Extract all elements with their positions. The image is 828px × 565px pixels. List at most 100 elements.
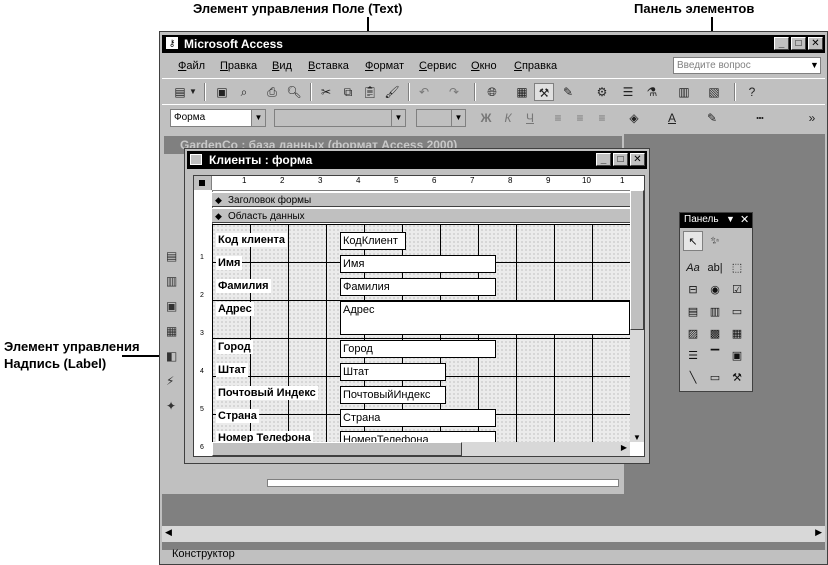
minimize-button[interactable]: _ [774, 37, 789, 50]
label-city[interactable]: Город [216, 340, 253, 354]
textbox-tool-icon[interactable]: ab| [705, 258, 725, 278]
scroll-right-icon[interactable]: ▶ [621, 443, 627, 452]
menu-help[interactable]: Справка [514, 60, 557, 72]
textbox-last-name[interactable]: Фамилия [340, 278, 496, 296]
view-dropdown-icon[interactable]: ▼ [188, 83, 198, 101]
tables-icon[interactable]: ▤ [166, 244, 177, 269]
toolbox-menu-icon[interactable]: ▼ [726, 214, 735, 224]
textbox-state[interactable]: Штат [340, 363, 446, 381]
redo-icon[interactable]: ↷ [444, 83, 464, 101]
toolbox-toggle-icon[interactable]: ⚒ [534, 83, 554, 101]
form-selector[interactable] [194, 176, 212, 190]
maximize-button[interactable]: □ [791, 37, 806, 50]
help-icon[interactable]: ? [742, 83, 762, 101]
modules-icon[interactable]: ✦ [166, 394, 177, 419]
label-last-name[interactable]: Фамилия [216, 279, 271, 293]
scroll-thumb[interactable] [630, 190, 644, 330]
form-close-button[interactable]: ✕ [630, 153, 645, 166]
image-icon[interactable]: ▨ [683, 324, 703, 344]
label-tool-icon[interactable]: Aa [683, 258, 703, 278]
menu-tools[interactable]: Сервис [419, 60, 457, 72]
textbox-address[interactable]: Адрес [340, 301, 630, 335]
database-window-icon[interactable]: ▥ [674, 83, 694, 101]
scroll-thumb[interactable] [212, 442, 462, 456]
font-combo[interactable]: ▼ [274, 109, 406, 127]
align-right-icon[interactable]: ≡ [592, 109, 612, 127]
fill-color-icon[interactable]: ◈ [624, 109, 644, 127]
rectangle-tool-icon[interactable]: ▭ [705, 368, 725, 388]
close-button[interactable]: ✕ [808, 37, 823, 50]
forms-icon[interactable]: ▣ [166, 294, 177, 319]
command-button-icon[interactable]: ▭ [727, 302, 747, 322]
textbox-city[interactable]: Город [340, 340, 496, 358]
hyperlink-icon[interactable]: 🌐︎ [482, 83, 502, 101]
align-left-icon[interactable]: ≡ [548, 109, 568, 127]
toggle-button-icon[interactable]: ⊟ [683, 280, 703, 300]
format-painter-icon[interactable]: 🖌︎ [382, 83, 402, 101]
line-tool-icon[interactable]: ╲ [683, 368, 703, 388]
tab-control-icon[interactable]: ▔ [705, 346, 725, 366]
ask-dropdown-icon[interactable]: ▼ [810, 60, 819, 70]
undo-icon[interactable]: ↶ [414, 83, 434, 101]
textbox-first-name[interactable]: Имя [340, 255, 496, 273]
new-object-icon[interactable]: ▧ [704, 83, 724, 101]
font-color-icon[interactable]: A [662, 109, 682, 127]
print-icon[interactable]: ⎙ [262, 83, 282, 101]
underline-icon[interactable]: Ч [520, 109, 540, 127]
line-color-icon[interactable]: ✎ [702, 109, 722, 127]
save-icon[interactable]: ▣ [212, 83, 232, 101]
object-combo[interactable]: Форма ▼ [170, 109, 266, 127]
control-wizards-icon[interactable]: ✨︎ [705, 231, 725, 251]
bound-object-frame-icon[interactable]: ▦ [727, 324, 747, 344]
view-icon[interactable]: ▤ [170, 83, 190, 101]
font-size-combo[interactable]: ▼ [416, 109, 466, 127]
queries-icon[interactable]: ▥ [166, 269, 177, 294]
option-group-icon[interactable]: ⬚ [727, 258, 747, 278]
line-width-icon[interactable]: ┅ [750, 109, 770, 127]
ask-question-input[interactable]: Введите вопрос [673, 57, 821, 74]
textbox-customer-id[interactable]: КодКлиент [340, 232, 406, 250]
properties-icon[interactable]: ☰ [618, 83, 638, 101]
menu-format[interactable]: Формат [365, 60, 404, 72]
reports-icon[interactable]: ▦ [166, 319, 177, 344]
scroll-right-icon[interactable]: ▶ [815, 527, 822, 538]
scroll-left-icon[interactable]: ◀ [165, 527, 172, 538]
label-customer-id[interactable]: Код клиента [216, 233, 287, 247]
textbox-country[interactable]: Страна [340, 409, 496, 427]
print-preview-icon[interactable]: 🔍︎ [284, 83, 304, 101]
menu-file[interactable]: Файл [178, 60, 205, 72]
code-icon[interactable]: ⚙ [592, 83, 612, 101]
label-postal-code[interactable]: Почтовый Индекс [216, 386, 318, 400]
checkbox-icon[interactable]: ☑ [727, 280, 747, 300]
form-header-section[interactable]: ◆ Заголовок формы [212, 192, 630, 207]
form-vertical-scrollbar[interactable]: ▼ [630, 190, 644, 442]
menu-window[interactable]: Окно [471, 60, 497, 72]
field-list-icon[interactable]: ▦ [512, 83, 532, 101]
more-controls-icon[interactable]: ⚒ [727, 368, 747, 388]
italic-icon[interactable]: К [498, 109, 518, 127]
main-horizontal-scrollbar[interactable]: ◀ ▶ [162, 526, 825, 542]
unbound-object-frame-icon[interactable]: ▩ [705, 324, 725, 344]
paste-icon[interactable]: 📋︎ [360, 83, 380, 101]
copy-icon[interactable]: ⧉ [338, 83, 358, 101]
list-box-icon[interactable]: ▥ [705, 302, 725, 322]
menu-edit[interactable]: Правка [220, 60, 257, 72]
bold-icon[interactable]: Ж [476, 109, 496, 127]
menu-view[interactable]: Вид [272, 60, 292, 72]
macros-icon[interactable]: ⚡︎ [166, 369, 177, 394]
menu-insert[interactable]: Вставка [308, 60, 349, 72]
search-icon[interactable]: ⌕ [234, 83, 254, 101]
detail-section[interactable]: ◆ Область данных [212, 208, 630, 223]
autoformat-icon[interactable]: ✎ [558, 83, 578, 101]
label-address[interactable]: Адрес [216, 302, 254, 316]
build-icon[interactable]: ⚗ [642, 83, 662, 101]
form-horizontal-scrollbar[interactable]: ▶ [212, 442, 630, 456]
select-object-icon[interactable]: ↖ [683, 231, 703, 251]
combo-box-icon[interactable]: ▤ [683, 302, 703, 322]
toolbar-options-icon[interactable]: » [802, 109, 822, 127]
textbox-postal-code[interactable]: ПочтовыйИндекс [340, 386, 446, 404]
cut-icon[interactable]: ✂ [316, 83, 336, 101]
label-first-name[interactable]: Имя [216, 256, 243, 270]
label-state[interactable]: Штат [216, 363, 248, 377]
label-country[interactable]: Страна [216, 409, 259, 423]
